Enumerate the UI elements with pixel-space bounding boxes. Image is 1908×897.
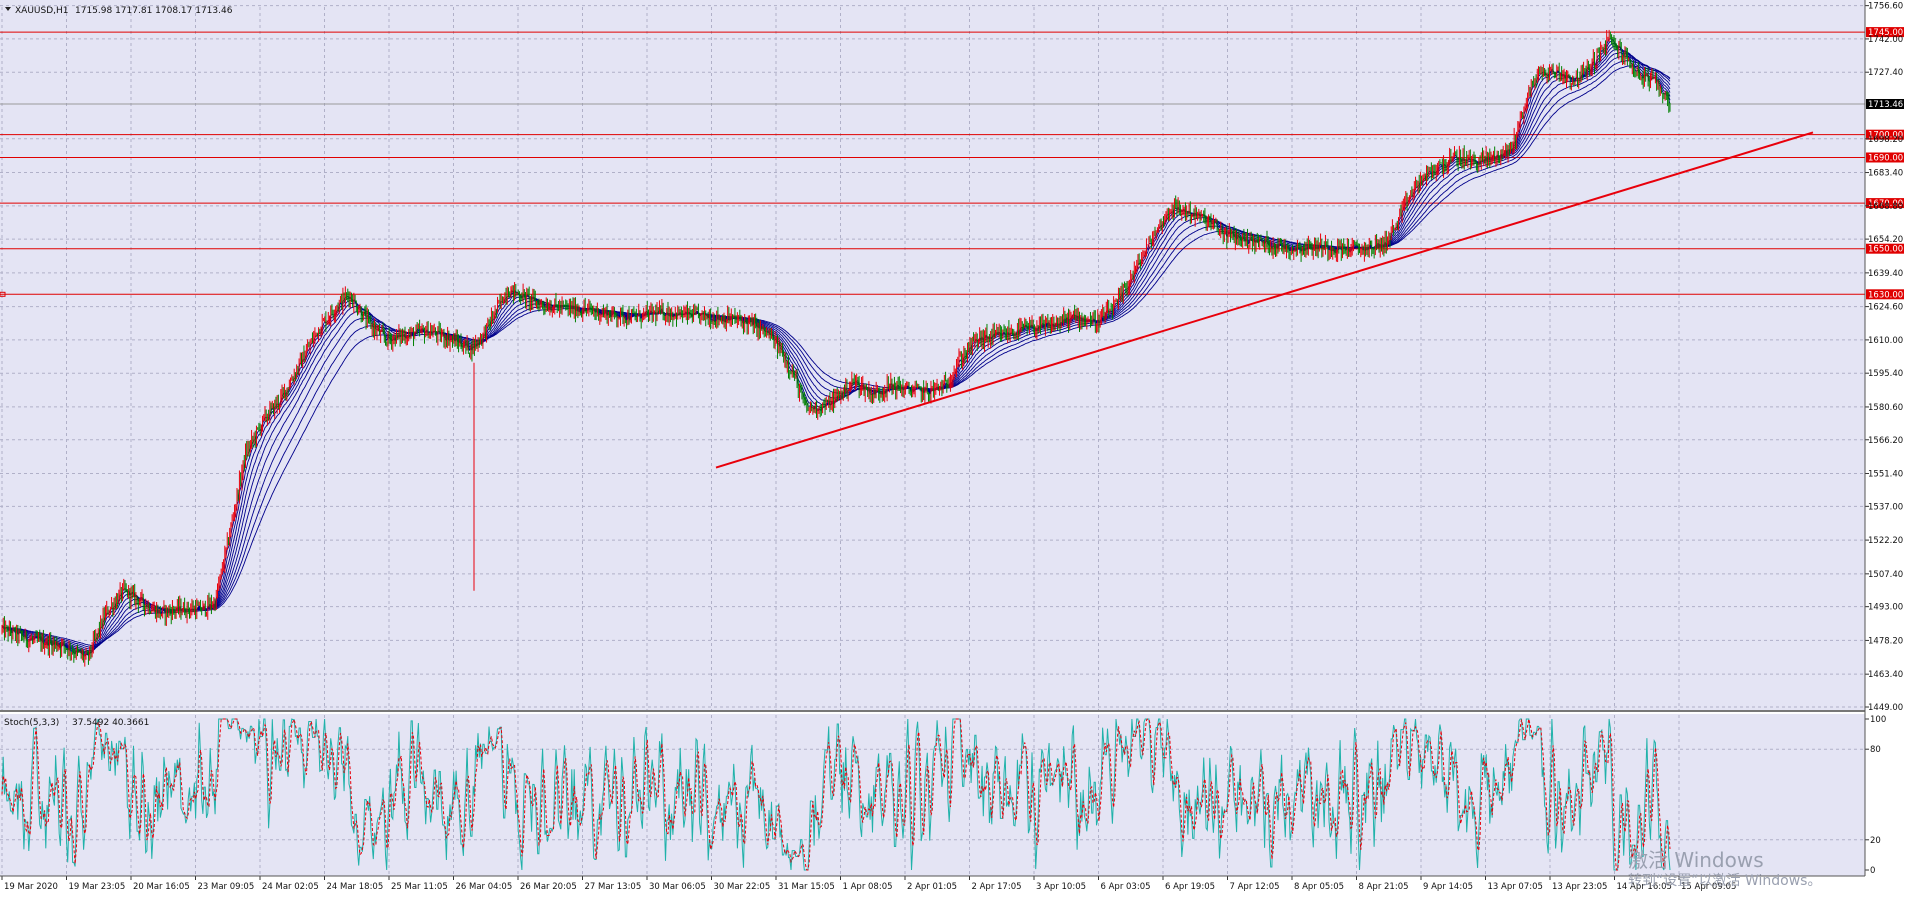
time-tick-label: 26 Mar 20:05 [520,882,577,892]
activation-watermark-title: 激活 Windows [1628,848,1764,872]
price-tick-label: 1727.40 [1868,68,1903,78]
time-tick-label: 1 Apr 08:05 [843,882,893,892]
chart-svg[interactable]: 1745.001700.001690.001670.001650.001630.… [0,0,1908,893]
time-tick-label: 30 Mar 22:05 [714,882,771,892]
price-tick-label: 1463.40 [1868,670,1903,680]
time-tick-label: 7 Apr 12:05 [1230,882,1280,892]
price-tick-label: 1449.00 [1868,703,1903,713]
time-tick-label: 23 Mar 09:05 [198,882,255,892]
stoch-tick-label: 100 [1870,715,1886,725]
stoch-tick-label: 20 [1870,836,1881,846]
time-tick-label: 19 Mar 23:05 [69,882,126,892]
price-tick-label: 1566.20 [1868,436,1903,446]
time-tick-label: 13 Apr 23:05 [1552,882,1607,892]
time-tick-label: 24 Mar 18:05 [327,882,384,892]
level-badge-label: 1630.00 [1868,290,1903,300]
price-tick-label: 1537.00 [1868,502,1903,512]
price-tick-label: 1507.40 [1868,570,1903,580]
price-tick-label: 1551.40 [1868,470,1903,480]
time-tick-label: 2 Apr 17:05 [972,882,1022,892]
stoch-tick-label: 80 [1870,745,1881,755]
symbol-label: XAUUSD,H1 [15,6,69,16]
time-tick-label: 26 Mar 04:05 [456,882,513,892]
activation-watermark-sub: 转到“设置”以激活 Windows。 [1628,873,1822,889]
stoch-values: 37.5492 40.3661 [72,718,149,728]
time-tick-label: 13 Apr 07:05 [1488,882,1543,892]
time-tick-label: 2 Apr 01:05 [907,882,957,892]
time-tick-label: 31 Mar 15:05 [778,882,835,892]
price-tick-label: 1756.60 [1868,2,1903,12]
stoch-tick-label: 0 [1870,866,1875,876]
time-tick-label: 8 Apr 05:05 [1294,882,1344,892]
price-tick-label: 1580.60 [1868,403,1903,413]
time-tick-label: 24 Mar 02:05 [262,882,319,892]
price-tick-label: 1742.00 [1868,35,1903,45]
time-tick-label: 27 Mar 13:05 [585,882,642,892]
time-tick-label: 8 Apr 21:05 [1359,882,1409,892]
price-tick-label: 1522.20 [1868,536,1903,546]
price-tick-label: 1624.60 [1868,303,1903,313]
level-badge-label: 1690.00 [1868,153,1903,163]
trading-chart[interactable]: 1745.00 1700.00 1690.00 1670.00 1650.00 1630.… [0,0,1908,893]
time-tick-label: 9 Apr 14:05 [1423,882,1473,892]
price-tick-label: 1668.80 [1868,202,1903,212]
ohlc-readout: 1715.98 1717.81 1708.17 1713.46 [75,6,233,16]
price-pane[interactable] [0,0,1865,710]
time-tick-label: 20 Mar 16:05 [133,882,190,892]
time-tick-label: 6 Apr 03:05 [1101,882,1151,892]
price-tick-label: 1493.00 [1868,603,1903,613]
stoch-label: Stoch(5,3,3) [4,718,59,728]
stoch-header: Stoch(5,3,3) 37.5492 40.3661 [4,718,149,728]
current-price-label: 1713.46 [1868,100,1903,110]
price-tick-label: 1698.20 [1868,135,1903,145]
price-tick-label: 1654.20 [1868,235,1903,245]
header: XAUUSD,H1 1715.98 1717.81 1708.17 1713.4… [5,6,233,16]
price-tick-label: 1595.40 [1868,369,1903,379]
price-tick-label: 1478.20 [1868,636,1903,646]
time-tick-label: 30 Mar 06:05 [649,882,706,892]
price-tick-label: 1683.40 [1868,169,1903,179]
level-badge-label: 1650.00 [1868,245,1903,255]
time-tick-label: 25 Mar 11:05 [391,882,448,892]
price-tick-label: 1639.40 [1868,269,1903,279]
time-tick-label: 3 Apr 10:05 [1036,882,1086,892]
time-tick-label: 6 Apr 19:05 [1165,882,1215,892]
price-tick-label: 1610.00 [1868,336,1903,346]
time-tick-label: 19 Mar 2020 [4,882,58,892]
